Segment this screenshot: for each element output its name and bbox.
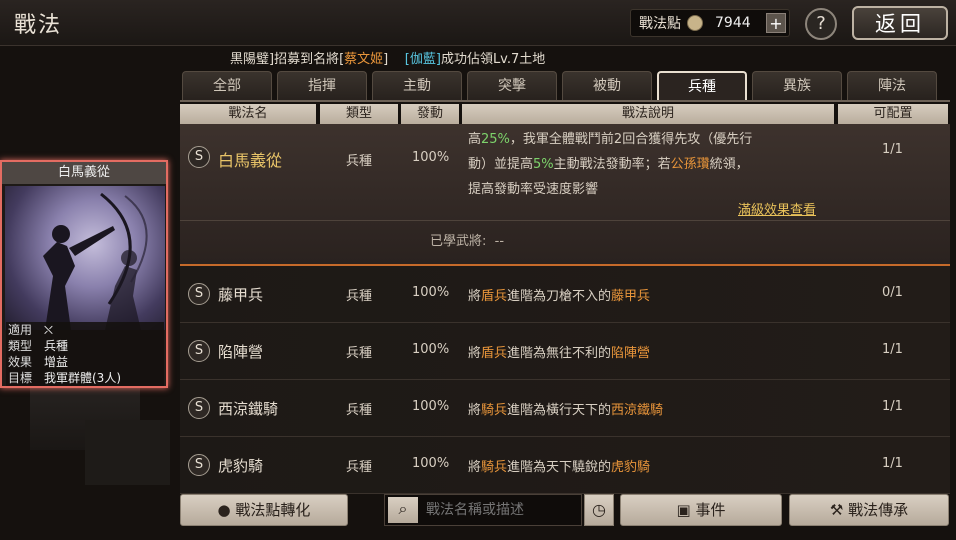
tactic-points-display: 戰法點 7944 +	[630, 9, 790, 37]
events-label: 事件	[695, 501, 726, 519]
divider	[180, 220, 950, 221]
search-icon[interactable]: ⌕	[388, 497, 418, 523]
tactic-type: 兵種	[346, 460, 373, 475]
card-key: 適用	[8, 323, 33, 337]
tactic-desc: 將騎兵進階為橫行天下的西涼鐵騎	[468, 403, 664, 418]
tab-all[interactable]: 全部	[182, 71, 272, 101]
rank-badge: S	[188, 340, 210, 362]
category-tabs: 全部 指揮 主動 突擊 被動 兵種 異族 陣法	[182, 71, 942, 101]
points-label: 戰法點	[639, 16, 681, 32]
tab-assault[interactable]: 突擊	[467, 71, 557, 101]
learned-generals: 已學武將: --	[430, 234, 505, 249]
table-row-expanded[interactable]: S 白馬義從 兵種 100% 1/1 高25%，我軍全體戰鬥前2回合獲得先攻（優…	[180, 124, 950, 266]
inherit-label: 戰法傳承	[848, 501, 909, 519]
coin-icon	[687, 15, 703, 31]
tab-passive[interactable]: 被動	[562, 71, 652, 101]
archer-silhouette-icon	[43, 192, 148, 330]
inherit-tactic-button[interactable]: ⚒ 戰法傳承	[789, 494, 949, 526]
flame-icon: ●	[217, 501, 231, 519]
search-box: ⌕	[384, 494, 582, 526]
header-name[interactable]: 戰法名	[180, 104, 316, 124]
events-button[interactable]: ▣ 事件	[620, 494, 782, 526]
history-clock-icon[interactable]: ◷	[584, 494, 614, 526]
rank-badge: S	[188, 454, 210, 476]
ticker-text: ]	[383, 52, 389, 67]
hammer-icon: ⚒	[829, 501, 844, 519]
tactic-desc: 將盾兵進階為無往不利的陷陣營	[468, 346, 651, 361]
tactic-config: 1/1	[882, 399, 903, 414]
header-desc: 戰法說明	[462, 104, 834, 124]
convert-label: 戰法點轉化	[235, 501, 311, 519]
top-bar: 戰法 戰法點 7944 + ? 返回	[0, 0, 956, 46]
tactic-config: 0/1	[882, 285, 903, 300]
ticker-text: 黒陽璧]招募到名將[	[230, 52, 345, 67]
rank-badge: S	[188, 283, 210, 305]
tactic-card[interactable]: 白馬義從 適用 ⛌ 類型 兵種 效果 增益 目標 我軍群體(3人)	[0, 160, 168, 388]
tactic-rate: 100%	[412, 150, 450, 165]
card-value: 我軍群體(3人)	[44, 371, 121, 385]
tactic-name: 虎豹騎	[218, 457, 264, 475]
tab-foreign[interactable]: 異族	[752, 71, 842, 101]
tactic-type: 兵種	[346, 154, 373, 169]
card-key: 目標	[8, 371, 33, 385]
card-key: 類型	[8, 339, 33, 353]
convert-points-button[interactable]: ● 戰法點轉化	[180, 494, 348, 526]
tab-formation[interactable]: 陣法	[847, 71, 937, 101]
page-title: 戰法	[14, 13, 63, 38]
tactic-type: 兵種	[346, 403, 373, 418]
card-value: 兵種	[44, 339, 69, 353]
rank-badge: S	[188, 146, 210, 168]
ticker-general: 蔡文姬	[344, 52, 384, 67]
tactic-name: 白馬義從	[218, 151, 283, 170]
back-button[interactable]: 返回	[852, 6, 948, 40]
ticker-text: 成功佔領Lv.7土地	[440, 52, 546, 67]
tactic-rate: 100%	[412, 285, 450, 300]
tactic-rate: 100%	[412, 456, 450, 471]
tab-troop-type[interactable]: 兵種	[657, 71, 747, 101]
card-key: 效果	[8, 355, 33, 369]
tab-underline	[180, 100, 950, 102]
table-row[interactable]: S 虎豹騎 兵種 100% 將騎兵進階為天下驍銳的虎豹騎 1/1	[180, 437, 950, 494]
card-value: ⛌	[44, 323, 53, 337]
tactic-rate: 100%	[412, 342, 450, 357]
tactic-name: 西涼鐵騎	[218, 400, 279, 418]
card-stack-shadow	[85, 420, 170, 485]
tactic-config: 1/1	[882, 456, 903, 471]
table-row[interactable]: S 西涼鐵騎 兵種 100% 將騎兵進階為橫行天下的西涼鐵騎 1/1	[180, 380, 950, 437]
tactic-rate: 100%	[412, 399, 450, 414]
tactic-name: 藤甲兵	[218, 286, 264, 304]
desc-line: 高25%，我軍全體戰鬥前2回合獲得先攻（優先行	[468, 132, 753, 147]
desc-line: 提高發動率受速度影響	[468, 182, 599, 197]
tactic-type: 兵種	[346, 346, 373, 361]
card-info: 適用 ⛌ 類型 兵種 效果 增益 目標 我軍群體(3人)	[6, 322, 164, 386]
card-value: 增益	[44, 355, 69, 369]
tactic-config: 1/1	[882, 342, 903, 357]
help-button[interactable]: ?	[805, 8, 837, 40]
search-input[interactable]	[426, 502, 576, 518]
tactic-list: S 白馬義從 兵種 100% 1/1 高25%，我軍全體戰鬥前2回合獲得先攻（優…	[180, 124, 950, 494]
event-icon: ▣	[676, 501, 691, 519]
broadcast-ticker: 黒陽璧]招募到名將[蔡文姬] [伽藍]成功佔領Lv.7土地	[230, 48, 545, 67]
rank-badge: S	[188, 397, 210, 419]
tactic-name: 陷陣營	[218, 343, 264, 361]
table-row[interactable]: S 藤甲兵 兵種 100% 將盾兵進階為刀槍不入的藤甲兵 0/1	[180, 266, 950, 323]
tactic-type: 兵種	[346, 289, 373, 304]
tab-active[interactable]: 主動	[372, 71, 462, 101]
add-points-button[interactable]: +	[766, 13, 786, 33]
header-type[interactable]: 類型	[320, 104, 398, 124]
header-config[interactable]: 可配置	[838, 104, 948, 124]
tactic-config: 1/1	[882, 142, 903, 157]
tactic-desc: 將盾兵進階為刀槍不入的藤甲兵	[468, 289, 651, 304]
max-level-effect-link[interactable]: 滿級效果查看	[738, 199, 816, 218]
desc-line: 動）並提高5%主動戰法發動率；若公孫瓚統領，	[468, 157, 749, 172]
points-value: 7944	[715, 15, 751, 31]
card-title: 白馬義從	[2, 162, 166, 184]
header-rate[interactable]: 發動	[401, 104, 459, 124]
tactic-desc: 將騎兵進階為天下驍銳的虎豹騎	[468, 460, 651, 475]
tab-command[interactable]: 指揮	[277, 71, 367, 101]
card-artwork	[5, 186, 165, 330]
ticker-player: [伽藍]	[404, 52, 441, 67]
table-row[interactable]: S 陷陣營 兵種 100% 將盾兵進階為無往不利的陷陣營 1/1	[180, 323, 950, 380]
